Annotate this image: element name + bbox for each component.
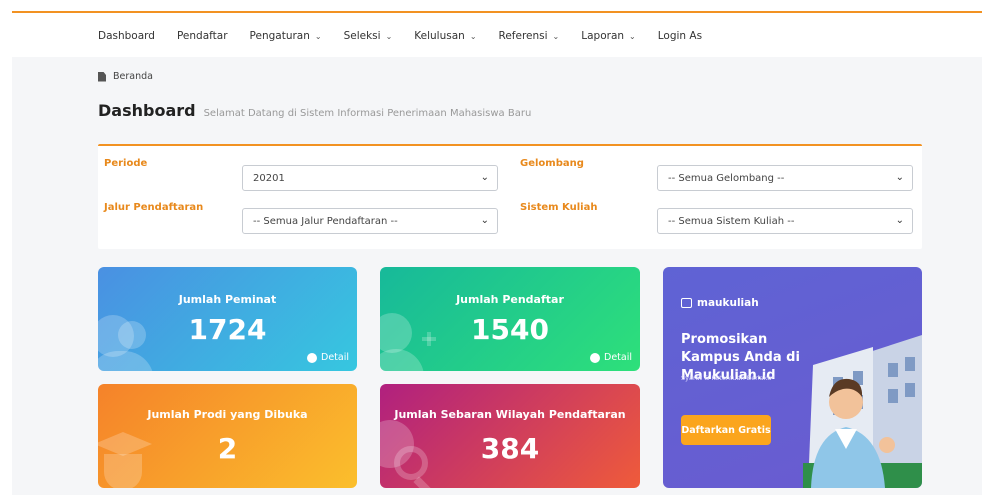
map-icon (681, 298, 692, 308)
stat-wilayah-value: 384 (480, 432, 540, 465)
filter-card: Periode 20201 ⌄ Gelombang -- Semua Gelom… (98, 144, 922, 249)
detail-pendaftar-label: Detail (604, 352, 632, 363)
gelombang-label: Gelombang (520, 158, 584, 169)
chevron-down-icon: ⌄ (480, 215, 489, 226)
stat-prodi-title: Jumlah Prodi yang Dibuka (147, 408, 308, 421)
nav-pendaftar[interactable]: Pendaftar (177, 30, 228, 42)
document-icon (98, 71, 106, 82)
nav-login-as-label: Login As (657, 30, 703, 42)
jalur-label: Jalur Pendaftaran (104, 202, 204, 213)
detail-button-pendaftar[interactable]: Detail (590, 352, 632, 363)
info-icon (590, 352, 600, 363)
nav-laporan-label: Laporan (581, 30, 625, 42)
stat-card-prodi: Jumlah Prodi yang Dibuka 2 (98, 384, 357, 488)
gelombang-select[interactable]: -- Semua Gelombang -- ⌄ (657, 165, 913, 191)
sistem-select-value: -- Semua Sistem Kuliah -- (668, 215, 795, 227)
stat-pendaftar-title: Jumlah Pendaftar (456, 293, 564, 306)
nav-referensi[interactable]: Referensi ⌄ (499, 30, 560, 42)
main-content: Beranda Dashboard Selamat Datang di Sist… (12, 57, 982, 495)
sistem-label: Sistem Kuliah (520, 202, 598, 213)
stat-wilayah-title: Jumlah Sebaran Wilayah Pendaftaran (394, 408, 626, 421)
stat-card-wilayah: Jumlah Sebaran Wilayah Pendaftaran 384 (380, 384, 640, 488)
stat-peminat-value: 1724 (188, 313, 267, 346)
jalur-select[interactable]: -- Semua Jalur Pendaftaran -- ⌄ (242, 208, 498, 234)
maukuliah-promo-banner[interactable]: maukuliah Promosikan Kampus Anda di Mauk… (663, 267, 922, 488)
detail-peminat-label: Detail (321, 352, 349, 363)
daftarkan-gratis-button[interactable]: Daftarkan Gratis (681, 415, 771, 445)
page-title: Dashboard Selamat Datang di Sistem Infor… (98, 101, 531, 120)
nav-pengaturan[interactable]: Pengaturan ⌄ (250, 30, 322, 42)
stat-card-pendaftar: Jumlah Pendaftar 1540 Detail (380, 267, 640, 371)
nav-pendaftar-label: Pendaftar (176, 30, 228, 42)
stat-peminat-title: Jumlah Peminat (178, 293, 277, 306)
nav-login-as[interactable]: Login As (658, 30, 702, 42)
page-title-text: Dashboard (98, 101, 196, 120)
chevron-down-icon: ⌄ (552, 31, 560, 41)
gelombang-select-value: -- Semua Gelombang -- (668, 172, 785, 184)
breadcrumb: Beranda (98, 71, 153, 82)
main-navbar: Dashboard Pendaftar Pengaturan ⌄ Seleksi ⌄… (98, 27, 724, 45)
stat-pendaftar-value: 1540 (471, 313, 549, 346)
chevron-down-icon: ⌄ (469, 31, 477, 41)
nav-referensi-label: Referensi (498, 30, 548, 42)
nav-dashboard-label: Dashboard (98, 30, 155, 42)
nav-seleksi[interactable]: Seleksi ⌄ (344, 30, 393, 42)
periode-select-value: 20201 (253, 172, 285, 184)
periode-label: Periode (104, 158, 148, 169)
chevron-down-icon: ⌄ (629, 31, 636, 41)
nav-kelulusan-label: Kelulusan (414, 30, 465, 42)
maukuliah-brand: maukuliah (681, 297, 759, 309)
promo-terms: Syarat & Ketentuan Berlaku* (681, 374, 775, 382)
nav-dashboard[interactable]: Dashboard (98, 30, 155, 42)
chevron-down-icon: ⌄ (895, 215, 904, 226)
chevron-down-icon: ⌄ (314, 31, 322, 41)
page-subtitle: Selamat Datang di Sistem Informasi Pener… (203, 108, 532, 119)
chevron-down-icon: ⌄ (480, 172, 489, 183)
nav-laporan[interactable]: Laporan ⌄ (581, 30, 635, 42)
stat-prodi-value: 2 (217, 432, 238, 465)
stat-card-peminat: Jumlah Peminat 1724 Detail (98, 267, 357, 371)
sistem-select[interactable]: -- Semua Sistem Kuliah -- ⌄ (657, 208, 913, 234)
nav-seleksi-label: Seleksi (343, 30, 381, 42)
detail-button-peminat[interactable]: Detail (307, 352, 349, 363)
breadcrumb-home[interactable]: Beranda (113, 71, 153, 82)
top-accent-line (12, 11, 982, 13)
nav-kelulusan[interactable]: Kelulusan ⌄ (414, 30, 476, 42)
jalur-select-value: -- Semua Jalur Pendaftaran -- (253, 215, 398, 227)
nav-pengaturan-label: Pengaturan (249, 30, 310, 42)
chevron-down-icon: ⌄ (895, 172, 904, 183)
periode-select[interactable]: 20201 ⌄ (242, 165, 498, 191)
info-icon (307, 352, 317, 363)
brand-name: maukuliah (697, 297, 759, 309)
chevron-down-icon: ⌄ (385, 31, 393, 41)
